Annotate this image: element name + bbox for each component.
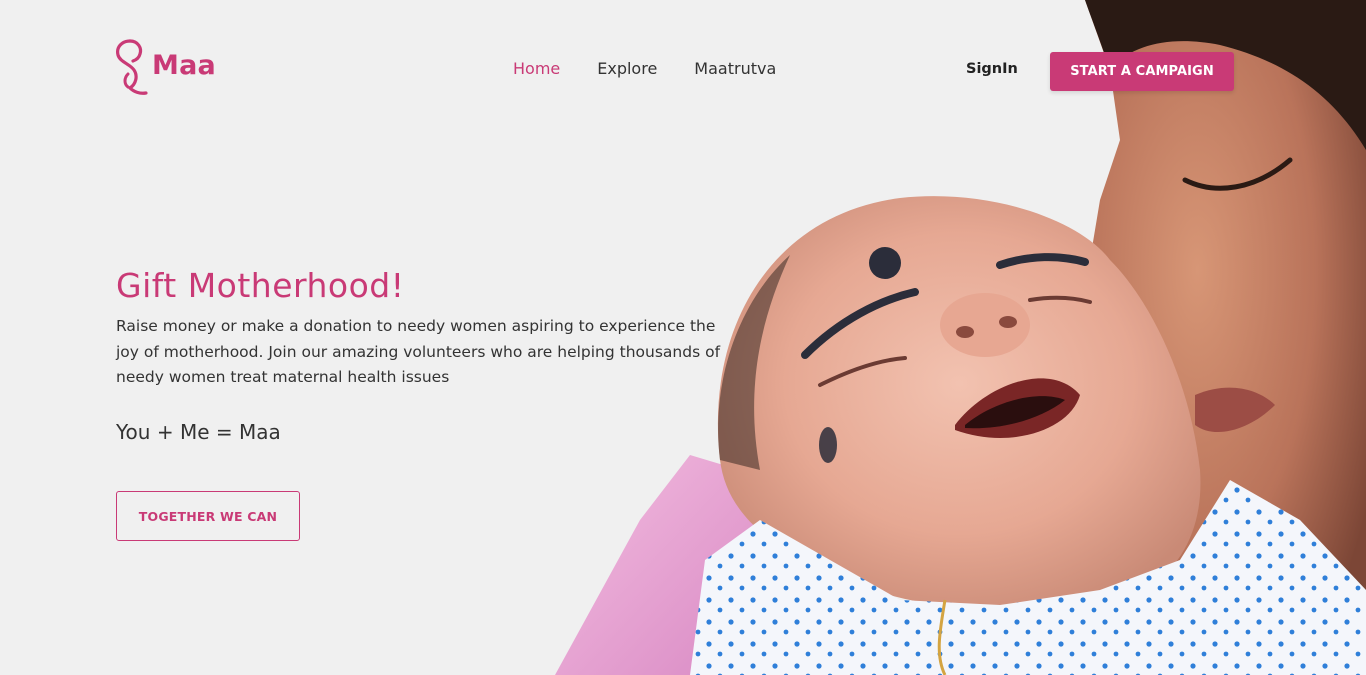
brand-name: Maa [152, 49, 216, 81]
brand-logo[interactable]: Maa [114, 38, 216, 96]
together-we-can-button[interactable]: TOGETHER WE CAN [116, 491, 300, 541]
main-nav: Home Explore Maatrutva [513, 59, 776, 78]
nav-item-home[interactable]: Home [513, 59, 560, 78]
nav-item-maatrutva[interactable]: Maatrutva [694, 59, 776, 78]
signin-link[interactable]: SignIn [966, 61, 1018, 77]
logo-mark-icon [116, 39, 148, 95]
start-campaign-button[interactable]: START A CAMPAIGN [1050, 52, 1234, 91]
hero-tagline: You + Me = Maa [116, 420, 281, 444]
hero-description: Raise money or make a donation to needy … [116, 317, 721, 386]
nav-item-explore[interactable]: Explore [597, 59, 657, 78]
landing-page: Maa Home Explore Maatrutva SignIn START … [0, 0, 1366, 675]
hero-title: Gift Motherhood! [116, 266, 405, 305]
